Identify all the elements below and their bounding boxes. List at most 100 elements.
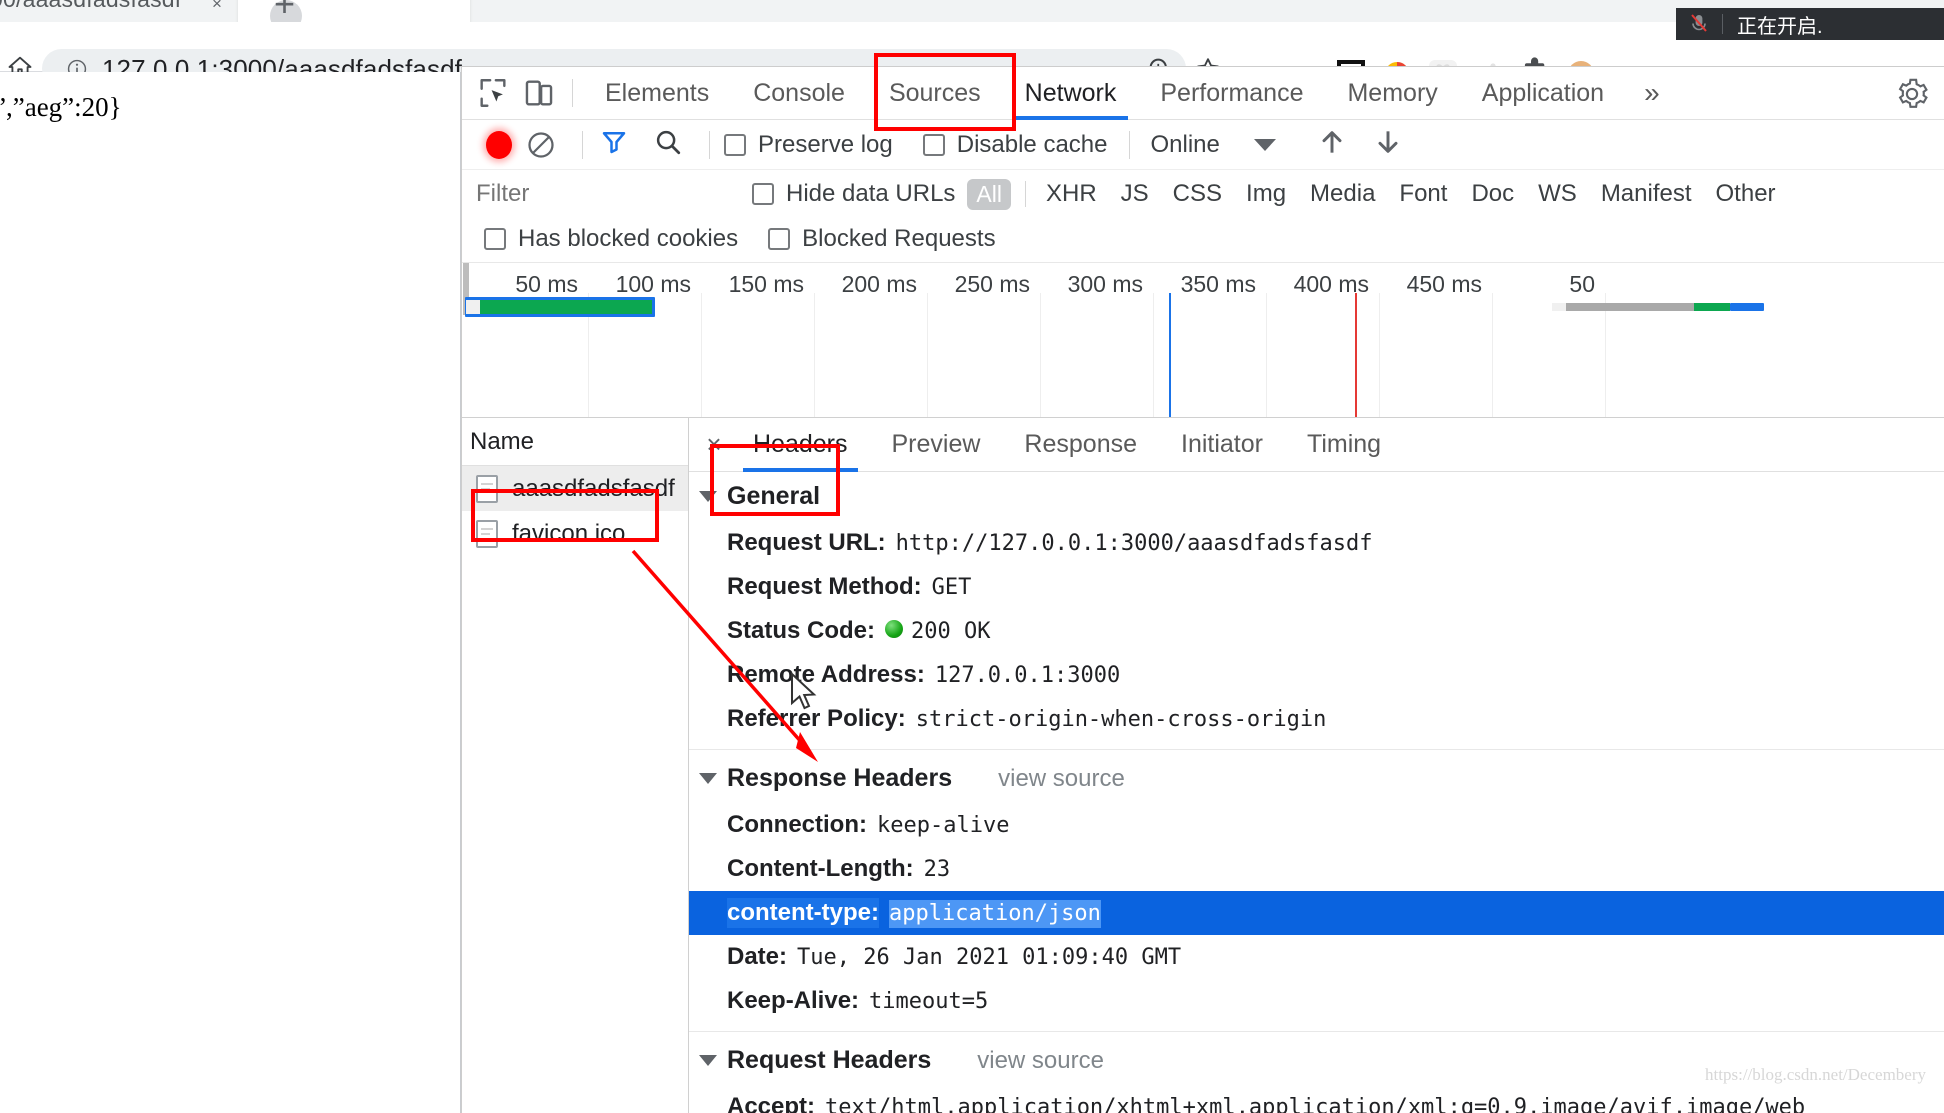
export-har-icon[interactable] [1372,126,1404,163]
header-row-content-type[interactable]: content-type: application/json [689,891,1944,935]
background-tab-title[interactable]: 00/aaasdfadsfasdf [0,0,181,13]
checkbox-box[interactable] [768,227,791,250]
detail-tab-preview[interactable]: Preview [870,418,1003,472]
disable-cache-checkbox[interactable]: Disable cache [922,131,1107,159]
disclosure-triangle-icon[interactable] [699,1055,717,1066]
blocked-requests-checkbox[interactable]: Blocked Requests [768,225,996,253]
header-row-request-method: Request Method: GET [689,565,1944,609]
requests-column-header-name[interactable]: Name [462,418,688,466]
import-har-icon[interactable] [1316,126,1348,163]
type-filter-manifest[interactable]: Manifest [1589,180,1704,208]
gear-icon[interactable] [1895,77,1929,116]
document-icon [476,519,498,548]
devtools-tab-elements[interactable]: Elements [583,67,731,120]
checkbox-box[interactable] [922,133,945,156]
document-icon [476,474,498,503]
type-filter-js[interactable]: JS [1109,180,1161,208]
devtools-more-tabs-icon[interactable]: » [1626,77,1678,109]
clear-network-log-icon[interactable] [526,130,556,160]
overview-request-bar-2-queue [1552,303,1566,311]
header-row-connection: Connection: keep-alive [689,803,1944,847]
checkbox-box[interactable] [724,133,746,156]
checkbox-box[interactable] [484,227,506,250]
request-row-aaasdfadsfasdf[interactable]: aaasdfadsfasdf [462,466,688,511]
detail-tab-response[interactable]: Response [1002,418,1159,472]
inspect-element-icon[interactable] [470,70,516,116]
devtools-tab-performance[interactable]: Performance [1138,67,1325,120]
preserve-log-checkbox[interactable]: Preserve log [724,131,893,159]
overview-tick: 200 ms [841,271,917,297]
view-source-link[interactable]: view source [977,1047,1104,1075]
overview-tick: 350 ms [1180,271,1256,297]
hide-data-urls-checkbox[interactable]: Hide data URLs [752,180,955,208]
devtools-panel: Elements Console Sources Network Perform… [461,66,1944,1113]
devtools-tab-application[interactable]: Application [1460,67,1626,120]
overview-tick: 150 ms [728,271,804,297]
overview-tick: 400 ms [1293,271,1369,297]
disclosure-triangle-icon[interactable] [699,491,717,502]
overview-request-bar-1-download [480,300,652,314]
hide-data-urls-label: Hide data URLs [786,180,956,207]
request-detail-panel: × Headers Preview Response Initiator Tim… [689,418,1944,1113]
section-request-headers-title: Request Headers [727,1046,932,1074]
watermark-text: https://blog.csdn.net/Decembery [1705,1065,1926,1084]
network-requests-panel: Name aaasdfadsfasdf favicon.ico [462,418,689,1113]
request-row-favicon[interactable]: favicon.ico [462,511,688,556]
section-general[interactable]: General [689,472,1944,521]
type-filter-other[interactable]: Other [1704,180,1788,208]
header-row-keep-alive: Keep-Alive: timeout=5 [689,979,1944,1023]
preserve-log-label: Preserve log [758,130,893,158]
overview-tick: 300 ms [1067,271,1143,297]
view-source-link[interactable]: view source [998,765,1125,793]
tab-close-icon[interactable]: × [212,0,222,14]
header-value: http://127.0.0.1:3000/aaasdfadsfasdf [895,531,1373,556]
type-filter-doc[interactable]: Doc [1459,180,1526,208]
section-response-headers[interactable]: Response Headers view source [689,754,1944,803]
chevron-down-icon[interactable] [1253,138,1276,151]
header-value: application/json [889,900,1101,928]
has-blocked-cookies-checkbox[interactable]: Has blocked cookies [484,225,738,253]
overview-tick: 450 ms [1406,271,1482,297]
dom-content-loaded-line [1169,293,1171,417]
throttling-select[interactable]: Online [1150,131,1219,159]
header-key: Accept: [727,1093,816,1113]
request-name: favicon.ico [512,519,626,547]
detail-tab-timing[interactable]: Timing [1285,418,1403,472]
network-overview-timeline[interactable]: 50 ms 100 ms 150 ms 200 ms 250 ms 300 ms… [462,263,1944,418]
close-icon[interactable]: × [697,429,731,460]
type-filter-xhr[interactable]: XHR [1034,180,1109,208]
type-filter-media[interactable]: Media [1298,180,1387,208]
header-key: Request URL: [727,529,886,556]
browser-toolbar: 127.0.0.1:3000/aaasdfadsfasdf 正在开启. [0,8,1944,89]
type-filter-ws[interactable]: WS [1526,180,1589,208]
disclosure-triangle-icon[interactable] [699,773,717,784]
header-value: Tue, 26 Jan 2021 01:09:40 GMT [797,945,1182,970]
header-value: keep-alive [876,813,1010,838]
detail-tab-initiator[interactable]: Initiator [1159,418,1285,472]
header-value: timeout=5 [869,989,989,1014]
type-filter-all[interactable]: All [967,178,1011,210]
section-divider [689,1031,1944,1032]
search-icon[interactable] [653,127,683,162]
devtools-tab-memory[interactable]: Memory [1325,67,1459,120]
type-filter-css[interactable]: CSS [1161,180,1234,208]
devtools-tab-console[interactable]: Console [731,67,867,120]
type-filter-img[interactable]: Img [1234,180,1298,208]
load-event-line [1355,293,1357,417]
new-tab-plus-icon[interactable]: + [274,0,304,22]
checkbox-box[interactable] [752,183,774,205]
type-filter-font[interactable]: Font [1387,180,1459,208]
record-button-icon[interactable] [486,130,512,159]
overview-request-bar-2-wait [1566,303,1694,311]
network-blocked-row: Has blocked cookies Blocked Requests [462,215,1944,263]
device-toolbar-icon[interactable] [516,70,562,116]
overview-tick: 250 ms [954,271,1030,297]
header-key: Content-Length: [727,855,914,882]
page-viewport: ”,”aeg”:20} [0,72,461,1113]
funnel-filter-icon[interactable] [599,127,629,162]
detail-tab-headers[interactable]: Headers [731,418,870,472]
devtools-tabbar: Elements Console Sources Network Perform… [462,67,1944,120]
devtools-tab-network[interactable]: Network [1003,67,1139,120]
devtools-tab-sources[interactable]: Sources [867,67,1003,120]
filter-input[interactable] [476,180,746,208]
